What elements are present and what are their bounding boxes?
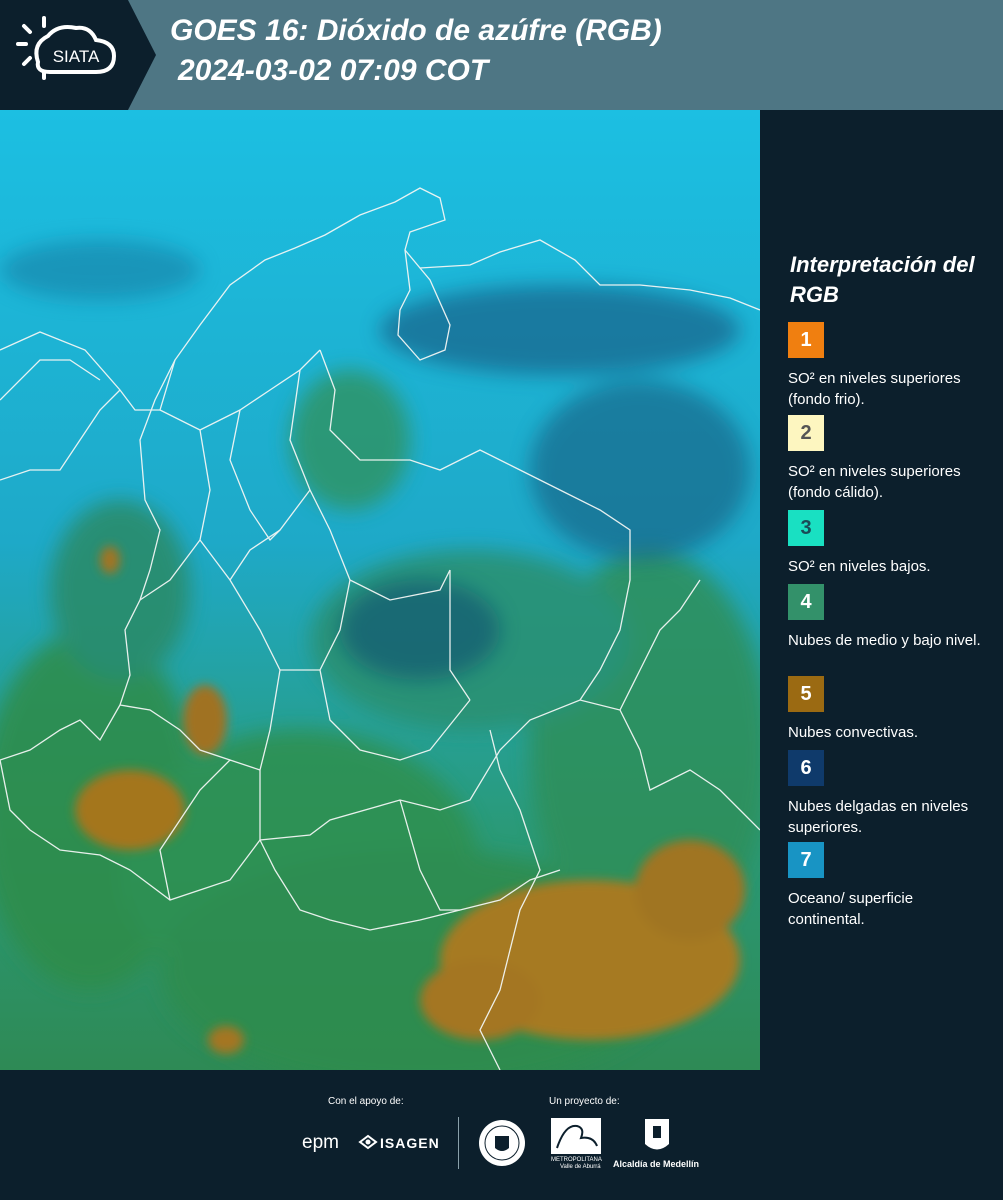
legend-item-1: 1 SO² en niveles superiores (fondo frio)…: [788, 322, 993, 410]
footer-divider: [458, 1117, 459, 1169]
legend-title: Interpretación del RGB: [790, 252, 975, 307]
alcaldia-shield: [644, 1118, 670, 1161]
legend-item-6: 6 Nubes delgadas en niveles superiores.: [788, 750, 993, 838]
satellite-map: [0, 110, 760, 1070]
legend-swatch-1: 1: [788, 322, 824, 358]
legend-item-4: 4 Nubes de medio y bajo nivel.: [788, 584, 993, 651]
legend-label-2: SO² en niveles superiores (fondo cálido)…: [788, 463, 961, 501]
page-title: GOES 16: Dióxido de azúfre (RGB): [170, 14, 662, 47]
legend-swatch-6: 6: [788, 750, 824, 786]
alcaldia-label: Alcaldía de Medellín: [613, 1159, 700, 1169]
legend-swatch-3: 3: [788, 510, 824, 546]
legend-label-6: Nubes delgadas en niveles superiores.: [788, 798, 969, 836]
epm-logo: epm: [302, 1132, 339, 1153]
support-label: Con el apoyo de:: [328, 1096, 404, 1107]
legend-label-3: SO² en niveles bajos.: [788, 558, 931, 575]
legend-label-1: SO² en niveles superiores (fondo frio).: [788, 370, 961, 408]
siata-logo: SIATA: [0, 0, 128, 110]
page-timestamp: 2024-03-02 07:09 COT: [178, 54, 489, 87]
legend-panel: Interpretación del RGB 1 SO² en niveles …: [762, 110, 1003, 1070]
seal-icon: [479, 1120, 525, 1166]
legend-item-2: 2 SO² en niveles superiores (fondo cálid…: [788, 415, 993, 503]
svg-text:SIATA: SIATA: [53, 47, 100, 66]
legend-swatch-2: 2: [788, 415, 824, 451]
isagen-icon: [358, 1134, 378, 1150]
legend-label-5: Nubes convectivas.: [788, 724, 919, 741]
legend-label-4: Nubes de medio y bajo nivel.: [788, 632, 981, 649]
area-line2: Valle de Aburrá: [560, 1164, 601, 1170]
sun-cloud-icon: SIATA: [16, 16, 117, 80]
legend-swatch-7: 7: [788, 842, 824, 878]
header-chevron: [125, 0, 156, 110]
area-line1: METROPOLITANA: [551, 1157, 602, 1163]
legend-item-7: 7 Oceano/ superficie continental.: [788, 842, 993, 930]
header-bar: SIATA GOES 16: Dióxido de azúfre (RGB) 2…: [0, 0, 1003, 110]
footer: Con el apoyo de: Un proyecto de: epm ISA…: [0, 1070, 1003, 1200]
medellin-seal: [477, 1118, 527, 1173]
area-metropolitana-logo: [551, 1118, 601, 1159]
legend-label-7: Oceano/ superficie continental.: [788, 890, 914, 928]
legend-item-5: 5 Nubes convectivas.: [788, 676, 993, 743]
legend-swatch-4: 4: [788, 584, 824, 620]
project-label: Un proyecto de:: [549, 1096, 620, 1107]
isagen-logo: [358, 1132, 378, 1157]
legend-item-3: 3 SO² en niveles bajos.: [788, 510, 993, 577]
shield-icon: [645, 1119, 669, 1150]
isagen-label: ISAGEN: [380, 1135, 440, 1151]
area-icon: [551, 1118, 601, 1154]
legend-swatch-5: 5: [788, 676, 824, 712]
